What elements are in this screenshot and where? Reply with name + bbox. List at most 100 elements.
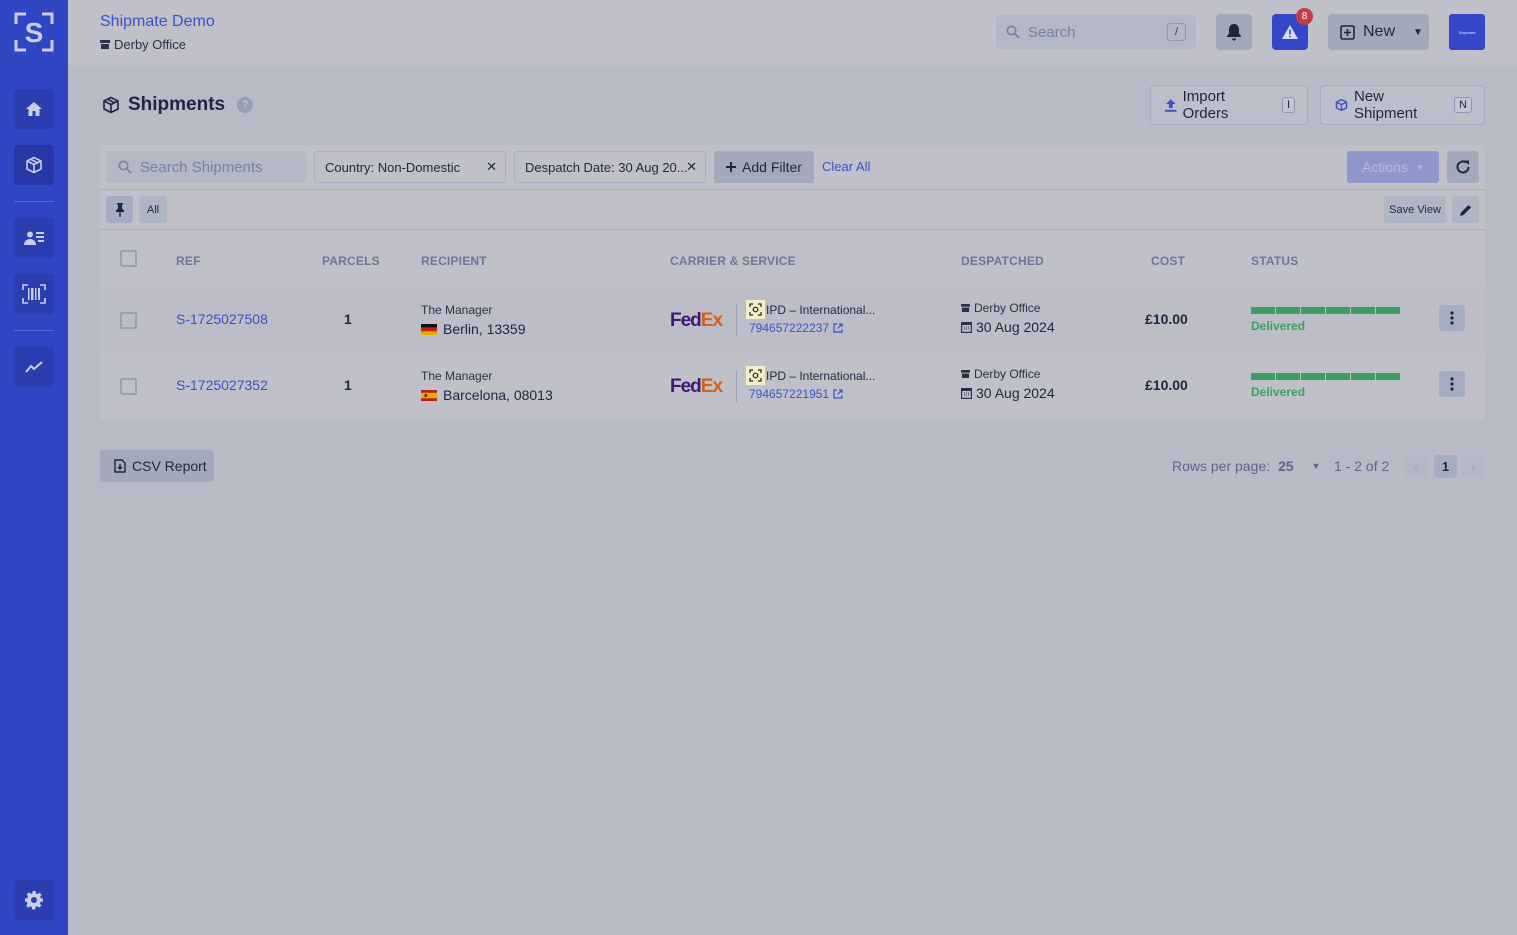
germany-flag-icon bbox=[421, 323, 437, 335]
shipments-table-card: Search Shipments Country: Non-Domestic ✕… bbox=[100, 145, 1485, 419]
notifications-button[interactable] bbox=[1216, 14, 1252, 50]
rows-per-page-label: Rows per page: bbox=[1172, 458, 1271, 474]
tracking-link[interactable]: 794657222237 bbox=[749, 321, 843, 335]
service-name: IPD – International... bbox=[766, 369, 876, 383]
new-shipment-shortcut-key: N bbox=[1454, 97, 1472, 113]
add-filter-button[interactable]: Add Filter bbox=[714, 151, 814, 183]
remove-filter-icon[interactable]: ✕ bbox=[686, 159, 697, 175]
shipment-ref-link[interactable]: S-1725027508 bbox=[176, 311, 268, 327]
search-shipments-input[interactable]: Search Shipments bbox=[106, 151, 306, 183]
recipient-city: Berlin, 13359 bbox=[443, 321, 526, 337]
upload-icon bbox=[1165, 98, 1177, 112]
column-header-cost[interactable]: COST bbox=[1151, 254, 1185, 268]
shipment-cost: £10.00 bbox=[1145, 377, 1188, 393]
column-header-ref[interactable]: REF bbox=[176, 254, 201, 268]
column-header-recipient[interactable]: RECIPIENT bbox=[421, 254, 487, 268]
delivery-progress-bar bbox=[1251, 373, 1400, 380]
progress-segment bbox=[1326, 307, 1350, 314]
office-name: Derby Office bbox=[114, 37, 187, 52]
select-all-checkbox[interactable] bbox=[120, 250, 137, 267]
search-icon bbox=[1006, 25, 1020, 39]
column-header-despatched[interactable]: DESPATCHED bbox=[961, 254, 1044, 268]
filter-bar: Search Shipments Country: Non-Domestic ✕… bbox=[100, 145, 1485, 190]
row-menu-button[interactable] bbox=[1439, 305, 1465, 331]
new-shipment-button[interactable]: New Shipment N bbox=[1320, 85, 1485, 125]
rows-per-page-select[interactable]: 25 bbox=[1278, 458, 1294, 474]
view-tab-all[interactable]: All bbox=[139, 196, 167, 223]
sidebar-item-home[interactable] bbox=[14, 89, 54, 129]
progress-segment bbox=[1276, 373, 1300, 380]
parcel-count: 1 bbox=[344, 377, 352, 393]
table-row[interactable]: S-1725027508 1 The Manager Berlin, 13359… bbox=[100, 287, 1485, 353]
search-placeholder: Search bbox=[1028, 23, 1076, 41]
column-header-parcels[interactable]: PARCELS bbox=[322, 254, 380, 268]
table-row[interactable]: S-1725027352 1 The Manager Barcelona, 08… bbox=[100, 353, 1485, 419]
shipment-ref-link[interactable]: S-1725027352 bbox=[176, 377, 268, 393]
shipment-cost: £10.00 bbox=[1145, 311, 1188, 327]
external-link-icon bbox=[833, 323, 843, 333]
tracking-link[interactable]: 794657221951 bbox=[749, 387, 843, 401]
next-page-button[interactable]: › bbox=[1462, 455, 1485, 478]
filter-chip-label: Country: Non-Domestic bbox=[325, 159, 461, 175]
clear-all-link[interactable]: Clear All bbox=[822, 159, 870, 174]
edit-views-button[interactable] bbox=[1452, 196, 1479, 223]
bell-icon bbox=[1227, 24, 1241, 41]
parcel-count: 1 bbox=[344, 311, 352, 327]
calendar-icon bbox=[961, 388, 972, 399]
progress-segment bbox=[1351, 307, 1375, 314]
row-checkbox[interactable] bbox=[120, 312, 137, 329]
row-menu-button[interactable] bbox=[1439, 371, 1465, 397]
recipient-name: The Manager bbox=[421, 369, 493, 383]
saved-views-bar: All Save View bbox=[100, 190, 1485, 230]
service-name: IPD – International... bbox=[766, 303, 876, 317]
refresh-button[interactable] bbox=[1447, 151, 1479, 183]
new-shipment-label: New Shipment bbox=[1353, 88, 1418, 122]
new-menu-button[interactable]: New ▼ bbox=[1328, 14, 1429, 50]
csv-report-label: CSV Report bbox=[132, 458, 207, 474]
despatch-office: Derby Office bbox=[961, 367, 1040, 381]
office-selector[interactable]: Derby Office bbox=[100, 37, 186, 52]
recipient-location: Berlin, 13359 bbox=[421, 321, 526, 337]
recipient-city: Barcelona, 08013 bbox=[443, 387, 553, 403]
shipmate-logo[interactable]: S bbox=[14, 12, 54, 52]
tracking-number: 794657222237 bbox=[749, 321, 830, 335]
global-search-input[interactable]: Search / bbox=[996, 15, 1196, 49]
progress-segment bbox=[1276, 307, 1300, 314]
sidebar-item-analytics[interactable] bbox=[14, 347, 54, 387]
service-scan-icon bbox=[746, 366, 765, 385]
save-view-button[interactable]: Save View bbox=[1384, 196, 1446, 223]
sidebar-item-settings[interactable] bbox=[14, 880, 54, 920]
row-checkbox[interactable] bbox=[120, 378, 137, 395]
column-header-status[interactable]: STATUS bbox=[1251, 254, 1298, 268]
despatch-date: 30 Aug 2024 bbox=[961, 385, 1055, 401]
sidebar-item-shipments[interactable] bbox=[14, 145, 54, 185]
column-header-carrier-service[interactable]: CARRIER & SERVICE bbox=[670, 254, 796, 268]
import-orders-button[interactable]: Import Orders I bbox=[1150, 85, 1308, 125]
sidebar-item-scan[interactable] bbox=[14, 274, 54, 314]
carrier-divider bbox=[736, 304, 737, 336]
help-icon[interactable]: ? bbox=[237, 97, 254, 113]
fedex-logo: FedEx bbox=[670, 376, 723, 397]
external-link-icon bbox=[833, 389, 843, 399]
pin-view-button[interactable] bbox=[106, 196, 133, 223]
filter-chip-country[interactable]: Country: Non-Domestic ✕ bbox=[314, 151, 506, 183]
file-download-icon bbox=[114, 459, 126, 473]
caret-down-icon[interactable]: ▼ bbox=[1312, 461, 1321, 471]
progress-segment bbox=[1326, 373, 1350, 380]
page-1-button[interactable]: 1 bbox=[1434, 455, 1457, 478]
app-title[interactable]: Shipmate Demo bbox=[100, 13, 215, 31]
remove-filter-icon[interactable]: ✕ bbox=[486, 159, 497, 175]
recipient-location: Barcelona, 08013 bbox=[421, 387, 553, 403]
csv-report-button[interactable]: CSV Report bbox=[100, 450, 214, 482]
calendar-icon bbox=[961, 322, 972, 333]
sidebar-item-contacts[interactable] bbox=[14, 218, 54, 258]
page-title-text: Shipments bbox=[128, 94, 226, 115]
filter-chip-despatch-date[interactable]: Despatch Date: 30 Aug 20... ✕ bbox=[514, 151, 706, 183]
caret-down-icon: ▼ bbox=[1416, 162, 1424, 172]
plus-icon bbox=[726, 162, 737, 172]
status-label: Delivered bbox=[1251, 385, 1306, 399]
previous-page-button[interactable]: ‹ bbox=[1405, 455, 1428, 478]
account-avatar[interactable]: Shipmate bbox=[1449, 14, 1485, 50]
search-shipments-placeholder: Search Shipments bbox=[140, 158, 263, 176]
actions-button[interactable]: Actions ▼ bbox=[1347, 151, 1439, 183]
